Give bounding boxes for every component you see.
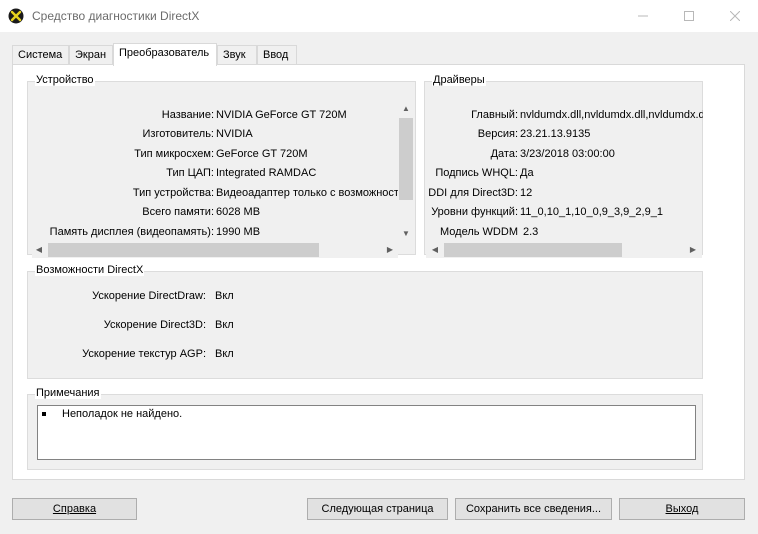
whql-value: Да: [520, 167, 534, 179]
device-name-label: Название:: [161, 109, 214, 121]
direct3d-label: Ускорение Direct3D:: [103, 319, 206, 331]
main-driver-label: Главный:: [471, 109, 518, 121]
driver-version-value: 23.21.13.9135: [520, 128, 591, 140]
agp-value: Вкл: [215, 348, 234, 360]
save-all-button[interactable]: Сохранить все сведения...: [455, 498, 612, 520]
tab-system[interactable]: Система: [12, 45, 69, 65]
scroll-right-icon[interactable]: ▶: [383, 243, 397, 257]
display-memory-label: Память дисплея (видеопамять):: [49, 226, 214, 238]
exit-button[interactable]: Выход: [619, 498, 745, 520]
directdraw-label: Ускорение DirectDraw:: [92, 290, 206, 302]
device-group: Устройство Название: NVIDIA GeForce GT 7…: [27, 74, 416, 258]
direct3d-value: Вкл: [215, 319, 234, 331]
scroll-left-icon[interactable]: ◀: [32, 243, 46, 257]
help-button-label: Справка: [52, 503, 97, 515]
scroll-down-icon[interactable]: ▼: [399, 227, 413, 241]
drivers-horizontal-scrollbar[interactable]: ◀ ▶: [426, 242, 702, 258]
notes-title: Примечания: [35, 387, 101, 399]
next-page-button[interactable]: Следующая страница: [307, 498, 448, 520]
device-name-value: NVIDIA GeForce GT 720M: [216, 109, 347, 121]
driver-date-value: 3/23/2018 03:00:00: [520, 148, 615, 160]
device-vertical-scrollbar[interactable]: ▲ ▼: [398, 102, 414, 242]
agp-label: Ускорение текстур AGP:: [82, 348, 206, 360]
device-hscroll-thumb[interactable]: [48, 243, 319, 257]
bullet-icon: [42, 412, 46, 416]
note-item: Неполадок не найдено.: [62, 408, 183, 420]
minimize-icon: [638, 15, 648, 17]
chip-type-label: Тип микросхем:: [134, 148, 214, 160]
feature-levels-value: 11_0,10_1,10_0,9_3,9_2,9_1: [520, 206, 663, 218]
dac-type-label: Тип ЦАП:: [166, 167, 214, 179]
device-type-value: Видеоадаптер только с возможност: [216, 187, 398, 199]
maximize-button[interactable]: [666, 0, 712, 32]
close-button[interactable]: [712, 0, 758, 32]
device-horizontal-scrollbar[interactable]: ◀ ▶: [32, 242, 398, 258]
drivers-hscroll-thumb[interactable]: [444, 243, 622, 257]
help-button[interactable]: Справка: [12, 498, 137, 520]
tab-display[interactable]: Экран: [69, 45, 113, 65]
drivers-group-title: Драйверы: [432, 74, 486, 86]
window-title: Средство диагностики DirectX: [32, 9, 200, 23]
whql-label: Подпись WHQL:: [435, 167, 518, 179]
main-driver-value: nvldumdx.dll,nvldumdx.dll,nvldumdx.d: [520, 109, 703, 121]
title-bar: Средство диагностики DirectX: [0, 0, 758, 32]
drivers-group: Драйверы Главный: nvldumdx.dll,nvldumdx.…: [424, 74, 703, 258]
device-vscroll-thumb[interactable]: [399, 118, 413, 200]
chip-type-value: GeForce GT 720M: [216, 148, 308, 160]
scroll-left-icon[interactable]: ◀: [428, 243, 442, 257]
directdraw-value: Вкл: [215, 290, 234, 302]
notes-textbox[interactable]: Неполадок не найдено.: [37, 405, 696, 460]
device-type-label: Тип устройства:: [132, 187, 214, 199]
device-manufacturer-value: NVIDIA: [216, 128, 253, 140]
exit-button-label: Выход: [665, 503, 699, 515]
wddm-label: Модель WDDM: [440, 226, 518, 238]
ddi-label: DDI для Direct3D:: [428, 187, 518, 199]
device-group-title: Устройство: [35, 74, 95, 86]
ddi-value: 12: [520, 187, 533, 199]
tab-render[interactable]: Преобразователь: [113, 43, 217, 66]
minimize-button[interactable]: [620, 0, 666, 32]
directx-features-group: Возможности DirectX Ускорение DirectDraw…: [27, 264, 703, 379]
tab-sound[interactable]: Звук: [217, 45, 257, 65]
directx-features-title: Возможности DirectX: [35, 264, 145, 276]
total-memory-value: 6028 MB: [216, 206, 261, 218]
total-memory-label: Всего памяти:: [142, 206, 214, 218]
display-memory-value: 1990 MB: [216, 226, 261, 238]
scroll-up-icon[interactable]: ▲: [399, 102, 413, 116]
driver-date-label: Дата:: [490, 148, 518, 160]
scroll-right-icon[interactable]: ▶: [686, 243, 700, 257]
tab-input[interactable]: Ввод: [257, 45, 297, 65]
dac-type-value: Integrated RAMDAC: [216, 167, 317, 179]
feature-levels-label: Уровни функций:: [431, 206, 518, 218]
maximize-icon: [684, 11, 694, 21]
directx-icon: [8, 8, 24, 24]
tab-page-render: Устройство Название: NVIDIA GeForce GT 7…: [12, 64, 745, 480]
driver-version-label: Версия:: [477, 128, 518, 140]
device-manufacturer-label: Изготовитель:: [142, 128, 215, 140]
wddm-value: 2.3: [523, 226, 539, 238]
close-icon: [729, 10, 741, 22]
